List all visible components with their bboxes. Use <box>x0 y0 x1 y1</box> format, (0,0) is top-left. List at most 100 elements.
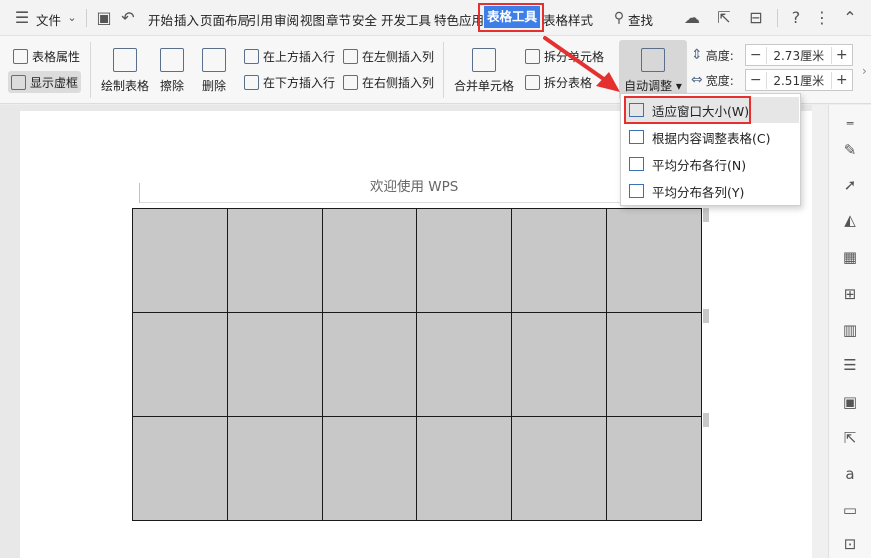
height-decrease-button[interactable]: − <box>746 47 766 63</box>
tab-page-layout[interactable]: 页面布局 <box>200 10 250 29</box>
distribute-rows-icon <box>629 157 644 171</box>
distribute-columns-icon <box>629 184 644 198</box>
picture-icon[interactable]: ⊡ <box>841 535 859 553</box>
template-icon[interactable]: ⊟ <box>746 8 766 28</box>
insert-row-above-button[interactable]: 在上方插入行 <box>241 45 338 67</box>
table-cell[interactable] <box>321 312 418 417</box>
share-icon[interactable]: ⇱ <box>714 8 734 28</box>
auto-fit-button[interactable]: 自动调整 ▾ <box>619 40 687 100</box>
width-increase-button[interactable]: + <box>832 72 852 88</box>
table-cell[interactable] <box>511 312 607 417</box>
row-resize-handle[interactable] <box>703 309 709 323</box>
erase-button[interactable]: 擦除 <box>156 40 188 100</box>
translate-icon[interactable]: a <box>841 465 859 483</box>
split-cells-button[interactable]: 拆分单元格 <box>522 45 607 67</box>
divider <box>90 42 91 98</box>
insert-row-below-button[interactable]: 在下方插入行 <box>241 71 338 93</box>
height-increase-button[interactable]: + <box>832 47 852 63</box>
insert-column-left-button[interactable]: 在左侧插入列 <box>340 45 437 67</box>
tab-review[interactable]: 审阅 <box>274 10 299 29</box>
tab-security[interactable]: 安全 <box>352 10 377 29</box>
table-cell[interactable] <box>605 312 702 417</box>
insert-column-right-button[interactable]: 在右侧插入列 <box>340 71 437 93</box>
menu-item-label: 平均分布各列(Y) <box>652 184 745 200</box>
save-icon[interactable]: ▣ <box>94 8 114 28</box>
hamburger-menu-icon[interactable]: ☰ <box>12 8 32 28</box>
search-icon[interactable]: ⚲ <box>609 8 629 28</box>
table-properties-button[interactable]: 表格属性 <box>10 45 83 67</box>
sidebar-handle-icon[interactable]: ═ <box>841 115 859 133</box>
insert-left-label: 在左侧插入列 <box>362 49 435 64</box>
table-cell[interactable] <box>226 208 323 313</box>
cursor-icon[interactable]: ➚ <box>841 176 859 194</box>
table-cell[interactable] <box>226 312 323 417</box>
auto-fit-icon <box>641 48 665 72</box>
adjust-icon[interactable]: ☰ <box>841 356 859 374</box>
row-resize-handle[interactable] <box>703 208 709 222</box>
width-input[interactable]: 2.51厘米 <box>765 71 832 89</box>
right-sidebar: ═ ✎ ➚ ◭ ▦ ⊞ ▥ ☰ ▣ ⇱ a ▭ ⊡ <box>828 105 871 558</box>
tab-home[interactable]: 开始 <box>148 10 173 29</box>
table-cell[interactable] <box>226 416 323 521</box>
more-icon[interactable]: ⋮ <box>812 8 832 28</box>
split-table-button[interactable]: 拆分表格 <box>522 71 595 93</box>
draw-table-icon <box>113 48 137 72</box>
table-row <box>132 312 702 417</box>
menu-item-distribute-columns[interactable]: 平均分布各列(Y) <box>624 178 799 204</box>
search-label[interactable]: 查找 <box>628 10 653 29</box>
cloud-sync-icon[interactable]: ☁ <box>682 8 702 28</box>
table-cell[interactable] <box>321 208 418 313</box>
merge-cells-button[interactable]: 合并单元格 <box>450 40 518 100</box>
menu-item-distribute-rows[interactable]: 平均分布各行(N) <box>624 151 799 177</box>
ribbon-scroll-right-icon[interactable]: › <box>862 64 867 78</box>
pen-icon[interactable]: ✎ <box>841 141 859 159</box>
table-cell[interactable] <box>132 416 228 521</box>
row-height-stepper: − 2.73厘米 + <box>744 44 853 66</box>
shapes-icon[interactable]: ◭ <box>841 211 859 229</box>
file-menu[interactable]: 文件 <box>36 10 61 29</box>
page-header-text[interactable]: 欢迎使用 WPS <box>370 175 458 195</box>
delete-button[interactable]: 删除 <box>194 40 234 100</box>
insert-right-icon <box>343 74 358 90</box>
table-cell[interactable] <box>605 208 702 313</box>
table-row <box>132 208 702 313</box>
grid-apps-icon[interactable]: ⊞ <box>841 285 859 303</box>
table-row <box>132 416 702 521</box>
table-icon[interactable]: ▦ <box>841 248 859 266</box>
table-cell[interactable] <box>416 208 513 313</box>
export-icon[interactable]: ⇱ <box>841 429 859 447</box>
tab-special-apps[interactable]: 特色应用 <box>434 10 484 29</box>
tab-chapter[interactable]: 章节 <box>326 10 351 29</box>
height-input[interactable]: 2.73厘米 <box>765 46 832 64</box>
table-cell[interactable] <box>321 416 418 521</box>
table-properties-icon <box>13 48 28 64</box>
table-cell[interactable] <box>511 208 607 313</box>
menu-item-fit-content[interactable]: 根据内容调整表格(C) <box>624 124 799 150</box>
draw-table-button[interactable]: 绘制表格 <box>96 40 154 100</box>
tab-table-style[interactable]: 表格样式 <box>543 10 593 29</box>
table-cell[interactable] <box>416 312 513 417</box>
undo-icon[interactable]: ↶ <box>118 8 138 28</box>
width-decrease-button[interactable]: − <box>746 72 766 88</box>
help-icon[interactable]: ? <box>786 8 806 28</box>
row-resize-handle[interactable] <box>703 413 709 427</box>
vertical-scrollbar[interactable] <box>812 105 828 558</box>
document-table[interactable] <box>132 208 702 521</box>
tab-developer[interactable]: 开发工具 <box>381 10 431 29</box>
collapse-ribbon-icon[interactable]: ⌃ <box>840 8 860 28</box>
table-cell[interactable] <box>511 416 607 521</box>
archive-icon[interactable]: ▭ <box>841 501 859 519</box>
table-cell[interactable] <box>605 416 702 521</box>
table-cell[interactable] <box>132 208 228 313</box>
chart-icon[interactable]: ▥ <box>841 321 859 339</box>
tab-insert[interactable]: 插入 <box>174 10 199 29</box>
image-icon[interactable]: ▣ <box>841 393 859 411</box>
table-cell[interactable] <box>416 416 513 521</box>
width-label: 宽度: <box>705 73 734 88</box>
tab-view[interactable]: 视图 <box>300 10 325 29</box>
chevron-down-icon[interactable]: ⌄ <box>62 8 82 28</box>
menu-item-label: 根据内容调整表格(C) <box>652 130 771 146</box>
show-gridlines-button[interactable]: 显示虚框 <box>8 71 82 93</box>
table-cell[interactable] <box>132 312 228 417</box>
tab-references[interactable]: 引用 <box>248 10 273 29</box>
